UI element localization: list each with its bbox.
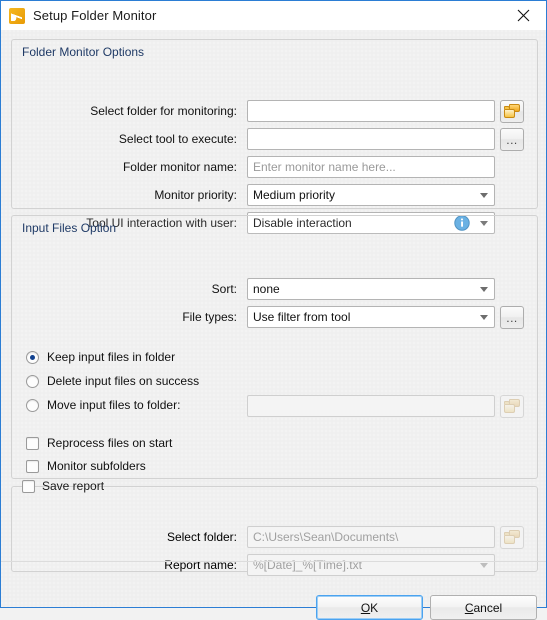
label-file-types: File types: — [1, 310, 237, 324]
ellipsis-button-select-tool[interactable]: ... — [500, 128, 524, 151]
group-title-input-files-option: Input Files Option — [22, 221, 116, 235]
input-report-select-folder[interactable]: C:\Users\Sean\Documents\ — [247, 526, 495, 548]
checkbox-label: Reprocess files on start — [47, 436, 172, 450]
window-title: Setup Folder Monitor — [33, 8, 156, 23]
folder-browse-icon — [504, 399, 520, 414]
checkbox-indicator — [26, 460, 39, 473]
input-select-tool-to-execute[interactable] — [247, 128, 495, 150]
ellipsis-button-file-types[interactable]: ... — [500, 306, 524, 329]
checkbox-label: Monitor subfolders — [47, 459, 146, 473]
footer-divider — [1, 561, 546, 562]
ellipsis-icon: ... — [506, 136, 518, 144]
input-select-folder-for-monitoring[interactable] — [247, 100, 495, 122]
label-select-folder-for-monitoring: Select folder for monitoring: — [1, 104, 237, 118]
chevron-down-icon — [480, 193, 488, 198]
radio-keep-input-files-in-folder[interactable]: Keep input files in folder — [26, 350, 175, 364]
chevron-down-icon — [480, 563, 488, 568]
label-select-tool-to-execute: Select tool to execute: — [1, 132, 237, 146]
folder-browse-icon — [504, 104, 520, 119]
radio-delete-input-files-on-success[interactable]: Delete input files on success — [26, 374, 199, 388]
label-monitor-priority: Monitor priority: — [1, 188, 237, 202]
group-title-folder-monitor-options: Folder Monitor Options — [22, 45, 144, 59]
setup-folder-monitor-dialog: { "window": { "title": "Setup Folder Mon… — [0, 0, 547, 608]
radio-label: Delete input files on success — [47, 374, 199, 388]
input-folder-monitor-name[interactable]: Enter monitor name here... — [247, 156, 495, 178]
label-sort: Sort: — [1, 282, 237, 296]
app-icon — [9, 8, 25, 24]
label-folder-monitor-name: Folder monitor name: — [1, 160, 237, 174]
select-monitor-priority[interactable]: Medium priority — [247, 184, 495, 206]
select-sort[interactable]: none — [247, 278, 495, 300]
label-report-select-folder: Select folder: — [1, 530, 237, 544]
folder-browse-icon — [504, 530, 520, 545]
checkbox-reprocess-files-on-start[interactable]: Reprocess files on start — [26, 436, 172, 450]
dialog-body: Folder Monitor Options Select folder for… — [1, 30, 546, 607]
title-bar: Setup Folder Monitor — [1, 1, 546, 30]
radio-move-input-files-to-folder[interactable]: Move input files to folder: — [26, 398, 180, 412]
checkbox-monitor-subfolders[interactable]: Monitor subfolders — [26, 459, 146, 473]
checkbox-indicator — [26, 437, 39, 450]
radio-label: Move input files to folder: — [47, 398, 180, 412]
select-file-types[interactable]: Use filter from tool — [247, 306, 495, 328]
radio-label: Keep input files in folder — [47, 350, 175, 364]
select-sort-value: none — [253, 282, 280, 296]
checkbox-save-report[interactable]: Save report — [22, 479, 108, 493]
ellipsis-icon: ... — [506, 314, 518, 322]
radio-indicator — [26, 399, 39, 412]
select-file-types-value: Use filter from tool — [253, 310, 350, 324]
radio-indicator — [26, 375, 39, 388]
folder-browse-icon-button-move-files[interactable] — [500, 395, 524, 418]
checkbox-indicator — [22, 480, 35, 493]
checkbox-label: Save report — [42, 479, 104, 493]
chevron-down-icon — [480, 315, 488, 320]
select-monitor-priority-value: Medium priority — [253, 188, 335, 202]
close-icon[interactable] — [500, 1, 546, 30]
select-report-name[interactable]: %[Date]_%[Time].txt — [247, 554, 495, 576]
radio-indicator — [26, 351, 39, 364]
folder-browse-icon-button-monitoring[interactable] — [500, 100, 524, 123]
chevron-down-icon — [480, 287, 488, 292]
input-move-input-files-folder[interactable] — [247, 395, 495, 417]
folder-browse-icon-button-report[interactable] — [500, 526, 524, 549]
